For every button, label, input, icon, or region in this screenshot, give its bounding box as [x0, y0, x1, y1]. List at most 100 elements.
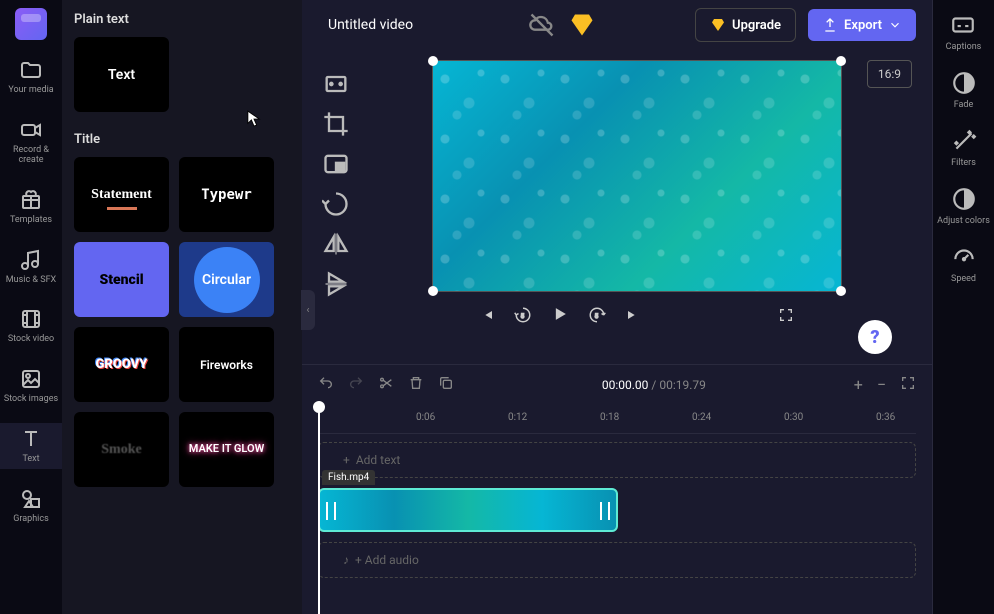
tile-circular[interactable]: Circular	[179, 242, 274, 317]
fit-icon[interactable]	[322, 70, 350, 98]
title-header: Title	[74, 132, 290, 147]
gift-icon	[19, 188, 43, 212]
rotate-icon[interactable]	[322, 190, 350, 218]
nav-stock-video[interactable]: Stock video	[0, 303, 62, 349]
svg-text:5: 5	[595, 313, 599, 320]
skip-start-icon[interactable]	[480, 307, 496, 327]
filters-button[interactable]: Filters	[951, 128, 977, 168]
nav-label: Your media	[8, 86, 53, 96]
flip-horizontal-icon[interactable]	[322, 230, 350, 258]
aspect-ratio-button[interactable]: 16:9	[867, 60, 912, 88]
captions-button[interactable]: Captions	[946, 12, 982, 52]
placeholder-label: Add text	[356, 453, 401, 467]
skip-end-icon[interactable]	[624, 307, 640, 327]
zoom-fit-icon[interactable]	[900, 375, 916, 395]
play-controls: 5 5	[480, 304, 794, 329]
export-label: Export	[844, 18, 882, 33]
nav-label: Record & create	[2, 146, 60, 166]
preview-canvas[interactable]	[432, 60, 842, 292]
time-current: 00:00.00	[602, 378, 649, 392]
crop-icon[interactable]	[322, 110, 350, 138]
nav-text[interactable]: Text	[0, 423, 62, 469]
resize-handle-br[interactable]	[836, 286, 846, 296]
rewind-5-icon[interactable]: 5	[514, 306, 532, 328]
diamond-icon	[710, 17, 726, 33]
tile-statement[interactable]: Statement	[74, 157, 169, 232]
tile-label: Smoke	[101, 442, 141, 458]
add-text-placeholder[interactable]: + Add text	[318, 442, 916, 478]
upload-icon	[822, 17, 838, 33]
tile-smoke[interactable]: Smoke	[74, 412, 169, 487]
undo-icon[interactable]	[318, 375, 334, 395]
timeline-toolbar: 00:00.00 / 00:19.79 + −	[302, 364, 932, 404]
plain-text-header: Plain text	[74, 12, 290, 27]
fade-icon	[951, 70, 977, 96]
tile-fireworks[interactable]: Fireworks	[179, 327, 274, 402]
text-track[interactable]: + Add text	[318, 442, 916, 478]
add-audio-placeholder[interactable]: ♪ + Add audio	[318, 542, 916, 578]
playhead[interactable]	[318, 404, 320, 614]
export-button[interactable]: Export	[808, 9, 916, 41]
shapes-icon	[19, 487, 43, 511]
ruler-mark: 0:24	[692, 412, 711, 423]
nav-templates[interactable]: Templates	[0, 184, 62, 230]
fullscreen-icon[interactable]	[778, 307, 794, 327]
resize-handle-bl[interactable]	[428, 286, 438, 296]
ruler-mark: 0:06	[416, 412, 435, 423]
right-rail: Captions Fade Filters Adjust colors Spee…	[932, 0, 994, 614]
project-title-input[interactable]	[318, 11, 516, 39]
tile-typewriter[interactable]: Typewr	[179, 157, 274, 232]
tile-stencil[interactable]: Stencil	[74, 242, 169, 317]
speed-button[interactable]: Speed	[951, 244, 977, 284]
zoom-in-icon[interactable]: +	[854, 375, 863, 394]
tile-label: Stencil	[99, 272, 143, 288]
timeline-ruler[interactable]: 0:06 0:12 0:18 0:24 0:30 0:36	[318, 404, 916, 434]
help-button[interactable]: ?	[858, 320, 892, 354]
ruler-mark: 0:12	[508, 412, 527, 423]
nav-record-create[interactable]: Record & create	[0, 114, 62, 170]
tile-label: Fireworks	[200, 358, 253, 372]
plus-icon: +	[343, 453, 350, 467]
split-icon[interactable]	[378, 375, 394, 395]
tile-label: Typewr	[201, 187, 252, 203]
chevron-down-icon	[888, 18, 902, 32]
folder-icon	[19, 58, 43, 82]
trash-icon[interactable]	[408, 375, 424, 395]
upgrade-button[interactable]: Upgrade	[695, 8, 796, 42]
resize-handle-tl[interactable]	[428, 56, 438, 66]
fade-button[interactable]: Fade	[951, 70, 977, 110]
tile-label: Circular	[202, 272, 251, 288]
tile-plain-text[interactable]: Text	[74, 37, 169, 112]
redo-icon[interactable]	[348, 375, 364, 395]
app-logo[interactable]	[15, 8, 47, 40]
nav-label: Stock video	[8, 335, 54, 345]
tile-label: Text	[108, 67, 135, 83]
audio-track[interactable]: ♪ + Add audio	[318, 542, 916, 578]
nav-your-media[interactable]: Your media	[0, 54, 62, 100]
time-total: 00:19.79	[659, 378, 706, 392]
wand-icon	[951, 128, 977, 154]
nav-stock-images[interactable]: Stock images	[0, 363, 62, 409]
rail-label: Filters	[951, 158, 976, 168]
tile-glow[interactable]: MAKE IT GLOW	[179, 412, 274, 487]
tile-groovy[interactable]: GROOVY	[74, 327, 169, 402]
resize-handle-tr[interactable]	[836, 56, 846, 66]
cloud-off-icon[interactable]	[528, 11, 556, 39]
flip-vertical-icon[interactable]	[322, 270, 350, 298]
zoom-out-icon[interactable]: −	[877, 375, 886, 394]
forward-5-icon[interactable]: 5	[588, 306, 606, 328]
placeholder-label: + Add audio	[355, 553, 419, 567]
duplicate-icon[interactable]	[438, 375, 454, 395]
rail-label: Speed	[951, 274, 976, 284]
play-button[interactable]	[550, 304, 570, 329]
adjust-colors-button[interactable]: Adjust colors	[937, 186, 990, 226]
preview-area: 5 5 16:9 ?	[302, 50, 932, 364]
video-clip[interactable]	[318, 488, 618, 532]
nav-graphics[interactable]: Graphics	[0, 483, 62, 529]
video-track[interactable]: Fish.mp4	[318, 486, 916, 534]
ruler-mark: 0:36	[876, 412, 895, 423]
pip-icon[interactable]	[322, 150, 350, 178]
timeline[interactable]: 0:06 0:12 0:18 0:24 0:30 0:36 + Add text…	[302, 404, 932, 614]
nav-music-sfx[interactable]: Music & SFX	[0, 244, 62, 290]
cursor-icon	[247, 110, 261, 128]
